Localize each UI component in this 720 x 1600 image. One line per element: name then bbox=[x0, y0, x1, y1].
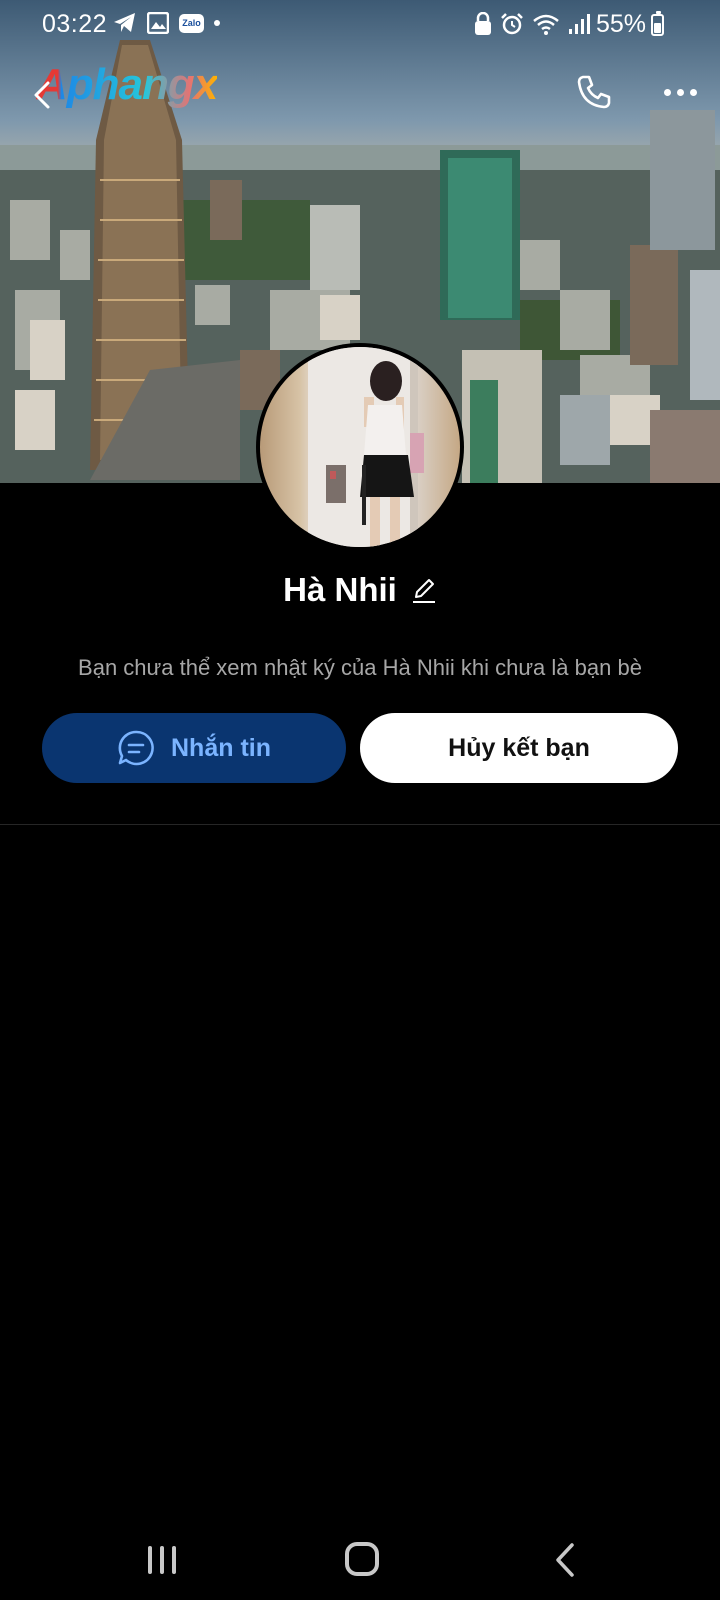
back-icon[interactable] bbox=[30, 80, 54, 110]
chat-bubble-icon bbox=[118, 730, 154, 766]
edit-icon[interactable] bbox=[411, 576, 437, 604]
signal-icon bbox=[569, 14, 590, 34]
notification-dot bbox=[214, 20, 220, 26]
more-dot bbox=[689, 88, 697, 96]
zalo-icon: Zalo bbox=[179, 13, 204, 33]
phone-icon[interactable] bbox=[574, 72, 614, 112]
more-options-button[interactable] bbox=[658, 74, 702, 110]
message-button-label: Nhắn tin bbox=[171, 733, 271, 762]
vpn-lock-icon bbox=[475, 12, 491, 35]
alarm-icon bbox=[501, 13, 523, 35]
unfriend-button[interactable]: Hủy kết bạn bbox=[360, 713, 678, 783]
telegram-icon bbox=[114, 13, 135, 32]
battery-percent: 55% bbox=[595, 10, 646, 38]
more-dot bbox=[676, 88, 684, 96]
profile-name: Hà Nhii bbox=[283, 571, 397, 608]
battery-icon bbox=[651, 11, 664, 36]
gallery-icon bbox=[147, 12, 169, 34]
system-nav-bar bbox=[0, 1530, 720, 1600]
message-button[interactable]: Nhắn tin bbox=[42, 713, 346, 783]
section-divider bbox=[0, 824, 720, 825]
home-icon[interactable] bbox=[345, 1542, 379, 1576]
profile-name-row: Hà Nhii bbox=[0, 565, 720, 615]
wifi-icon bbox=[533, 14, 559, 35]
status-left-icons: Zalo bbox=[113, 12, 220, 34]
status-bar: 03:22 Zalo 55% bbox=[0, 0, 720, 50]
unfriend-button-label: Hủy kết bạn bbox=[448, 733, 590, 762]
recents-icon[interactable] bbox=[146, 1544, 178, 1576]
watermark-logo: Aphangx bbox=[36, 60, 218, 109]
status-time: 03:22 bbox=[42, 10, 108, 38]
status-right-icons bbox=[474, 12, 590, 36]
more-dot bbox=[663, 88, 671, 96]
diary-notice: Bạn chưa thể xem nhật ký của Hà Nhii khi… bbox=[78, 655, 642, 680]
avatar-photo bbox=[260, 347, 460, 547]
nav-back-icon[interactable] bbox=[552, 1542, 578, 1578]
profile-avatar[interactable] bbox=[256, 343, 464, 551]
